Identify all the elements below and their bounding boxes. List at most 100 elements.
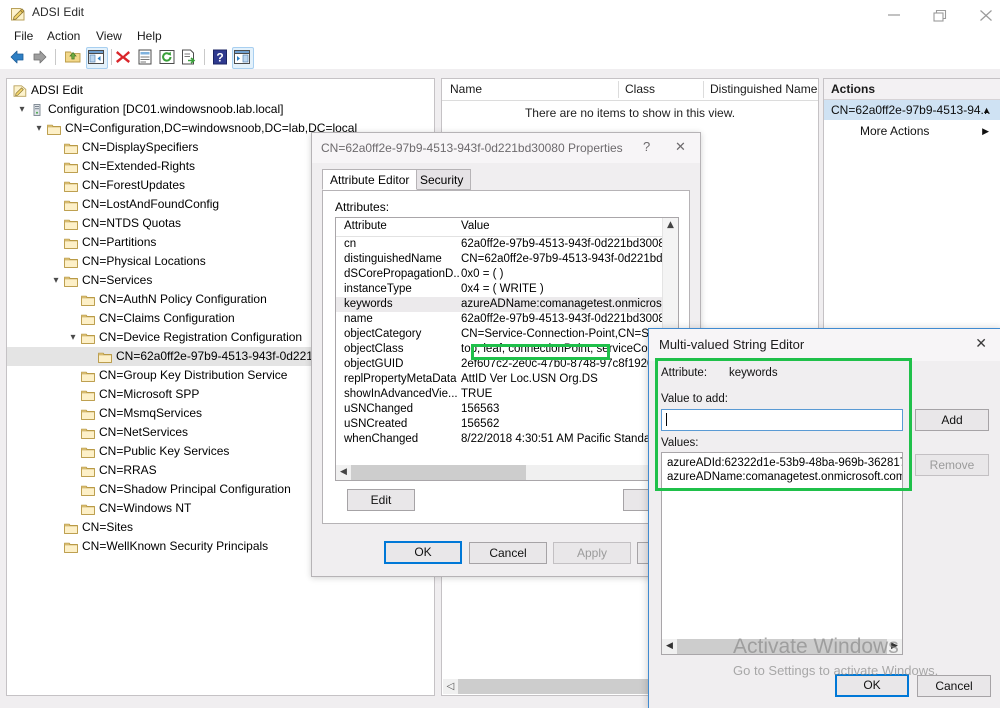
show-hide-tree-icon[interactable] [87, 48, 105, 66]
actions-more-actions[interactable]: More Actions ▶ [824, 121, 1000, 142]
add-button[interactable]: Add [915, 409, 989, 431]
up-folder-icon[interactable] [64, 48, 82, 66]
adsi-edit-icon [10, 6, 26, 22]
attribute-value-cell: TRUE [461, 388, 493, 400]
table-row[interactable]: dSCorePropagationD... 0x0 = ( ) [336, 267, 678, 282]
export-list-icon[interactable] [180, 48, 198, 66]
menu-action[interactable]: Action [42, 28, 85, 44]
column-header-class[interactable]: Class [625, 82, 655, 96]
table-row[interactable]: objectCategory CN=Service-Connection-Poin… [336, 327, 678, 342]
scroll-left-arrow-icon[interactable]: ◀ [662, 639, 677, 654]
attr-column-header-attribute[interactable]: Attribute [344, 220, 387, 232]
scroll-left-arrow-icon[interactable]: ◁ [443, 679, 458, 694]
table-row[interactable]: objectGUID 2ef607c2-2e0c-47b0-8748-97c8f1… [336, 357, 678, 372]
scroll-thumb[interactable] [351, 465, 526, 480]
table-row[interactable]: keywords azureADName:comanagetest.onmicro… [336, 297, 678, 312]
tree-node-label: CN=Services [82, 273, 153, 287]
list-empty-message: There are no items to show in this view. [524, 106, 736, 120]
tree-node-label: CN=Group Key Distribution Service [99, 368, 288, 382]
chevron-down-icon[interactable]: ▾ [33, 119, 45, 138]
folder-icon [81, 293, 95, 306]
folder-icon [64, 274, 78, 287]
delete-icon[interactable] [114, 48, 132, 66]
column-header-distinguished-name[interactable]: Distinguished Name [710, 82, 817, 96]
chevron-down-icon[interactable]: ▾ [16, 100, 28, 119]
remove-button[interactable]: Remove [915, 454, 989, 476]
column-divider-2[interactable] [703, 81, 704, 98]
activate-windows-subtext: Go to Settings to activate Windows. [733, 663, 939, 678]
table-row[interactable]: name 62a0ff2e-97b9-4513-943f-0d221bd3008 [336, 312, 678, 327]
tree-node[interactable]: ADSI Edit [7, 81, 434, 100]
table-row[interactable]: objectClass top; leaf; connectionPoint; s… [336, 342, 678, 357]
table-row[interactable]: replPropertyMetaData AttID Ver Loc.USN O… [336, 372, 678, 387]
chevron-down-icon[interactable]: ▾ [50, 271, 62, 290]
table-row[interactable]: uSNChanged 156563 [336, 402, 678, 417]
back-icon[interactable] [8, 48, 26, 66]
help-question-icon[interactable]: ? [643, 139, 650, 154]
attribute-name-cell: showInAdvancedVie... [344, 388, 458, 400]
table-row[interactable]: whenChanged 8/22/2018 4:30:51 AM Pacific … [336, 432, 678, 447]
list-item[interactable]: azureADName:comanagetest.onmicrosoft.com [662, 470, 902, 484]
attribute-value-cell: CN=62a0ff2e-97b9-4513-943f-0d221bd3008 [461, 253, 678, 265]
tree-node[interactable]: ▾ Configuration [DC01.windowsnoob.lab.loc… [7, 100, 434, 119]
table-row[interactable]: instanceType 0x4 = ( WRITE ) [336, 282, 678, 297]
toolbar: ? [0, 45, 1000, 70]
attributes-grid[interactable]: Attribute Value cn 62a0ff2e-97b9-4513-943… [335, 217, 679, 481]
menu-help[interactable]: Help [132, 28, 167, 44]
tree-node-label: CN=LostAndFoundConfig [82, 197, 220, 211]
column-divider-1[interactable] [618, 81, 619, 98]
attribute-name-cell: instanceType [344, 283, 412, 295]
attribute-value-cell: 156562 [461, 418, 500, 430]
mvse-cancel-button[interactable]: Cancel [917, 675, 991, 697]
tree-node-label: CN=Microsoft SPP [99, 387, 200, 401]
properties-dialog-title: CN=62a0ff2e-97b9-4513-943f-0d221bd30080 … [321, 141, 623, 155]
attr-column-header-value[interactable]: Value [461, 220, 490, 232]
actions-object-header[interactable]: CN=62a0ff2e-97b9-4513-94... ▲ [824, 100, 1000, 120]
folder-icon [81, 502, 95, 515]
table-row[interactable]: uSNCreated 156562 [336, 417, 678, 432]
scroll-left-arrow-icon[interactable]: ◀ [336, 465, 351, 480]
attributes-horizontal-scrollbar[interactable]: ◀ [336, 465, 678, 480]
menu-view[interactable]: View [91, 28, 127, 44]
list-item[interactable]: azureADId:62322d1e-53b9-48ba-969b-362817… [662, 456, 902, 470]
tab-attribute-editor[interactable]: Attribute Editor [322, 169, 418, 190]
attribute-name-cell: uSNCreated [344, 418, 408, 430]
tree-node-label: CN=Windows NT [99, 501, 192, 515]
close-icon[interactable]: ✕ [675, 139, 686, 155]
svg-text:?: ? [216, 51, 223, 65]
tree-node-label: CN=AuthN Policy Configuration [99, 292, 267, 306]
refresh-icon[interactable] [158, 48, 176, 66]
properties-apply-button[interactable]: Apply [553, 542, 631, 564]
help-icon[interactable]: ? [211, 48, 229, 66]
scroll-up-arrow-icon[interactable]: ▲ [663, 218, 678, 233]
attribute-value-cell: 62a0ff2e-97b9-4513-943f-0d221bd30080 [461, 238, 672, 250]
properties-cancel-button[interactable]: Cancel [469, 542, 547, 564]
close-button[interactable] [963, 0, 1000, 28]
attribute-name-cell: uSNChanged [344, 403, 414, 415]
attribute-name-cell: objectClass [344, 343, 404, 355]
attributes-grid-rows[interactable]: cn 62a0ff2e-97b9-4513-943f-0d221bd30080 di… [336, 237, 678, 464]
tab-security[interactable]: Security [412, 169, 472, 190]
chevron-up-icon[interactable]: ▲ [982, 100, 991, 120]
folder-icon [81, 483, 95, 496]
attribute-name-cell: keywords [344, 298, 393, 310]
chevron-down-icon[interactable]: ▾ [67, 328, 79, 347]
table-row[interactable]: distinguishedName CN=62a0ff2e-97b9-4513-9… [336, 252, 678, 267]
properties-ok-button[interactable]: OK [384, 541, 462, 564]
chevron-right-icon[interactable]: ▶ [982, 121, 989, 142]
value-to-add-input[interactable] [661, 409, 903, 431]
table-row[interactable]: showInAdvancedVie... TRUE [336, 387, 678, 402]
tree-node-label: CN=62a0ff2e-97b9-4513-943f-0d221 [116, 349, 313, 363]
properties-icon[interactable] [136, 48, 154, 66]
values-listbox[interactable]: azureADId:62322d1e-53b9-48ba-969b-362817… [661, 452, 903, 655]
column-header-name[interactable]: Name [450, 82, 482, 96]
minimize-button[interactable] [871, 0, 917, 28]
edit-button[interactable]: Edit [347, 489, 415, 511]
show-action-pane-icon[interactable] [233, 48, 251, 66]
close-icon[interactable]: ✕ [975, 335, 987, 352]
menu-file[interactable]: File [9, 28, 38, 44]
maximize-restore-button[interactable] [917, 0, 963, 28]
table-row[interactable]: cn 62a0ff2e-97b9-4513-943f-0d221bd30080 [336, 237, 678, 252]
actions-object-label: CN=62a0ff2e-97b9-4513-94... [831, 103, 991, 117]
forward-icon[interactable] [31, 48, 49, 66]
